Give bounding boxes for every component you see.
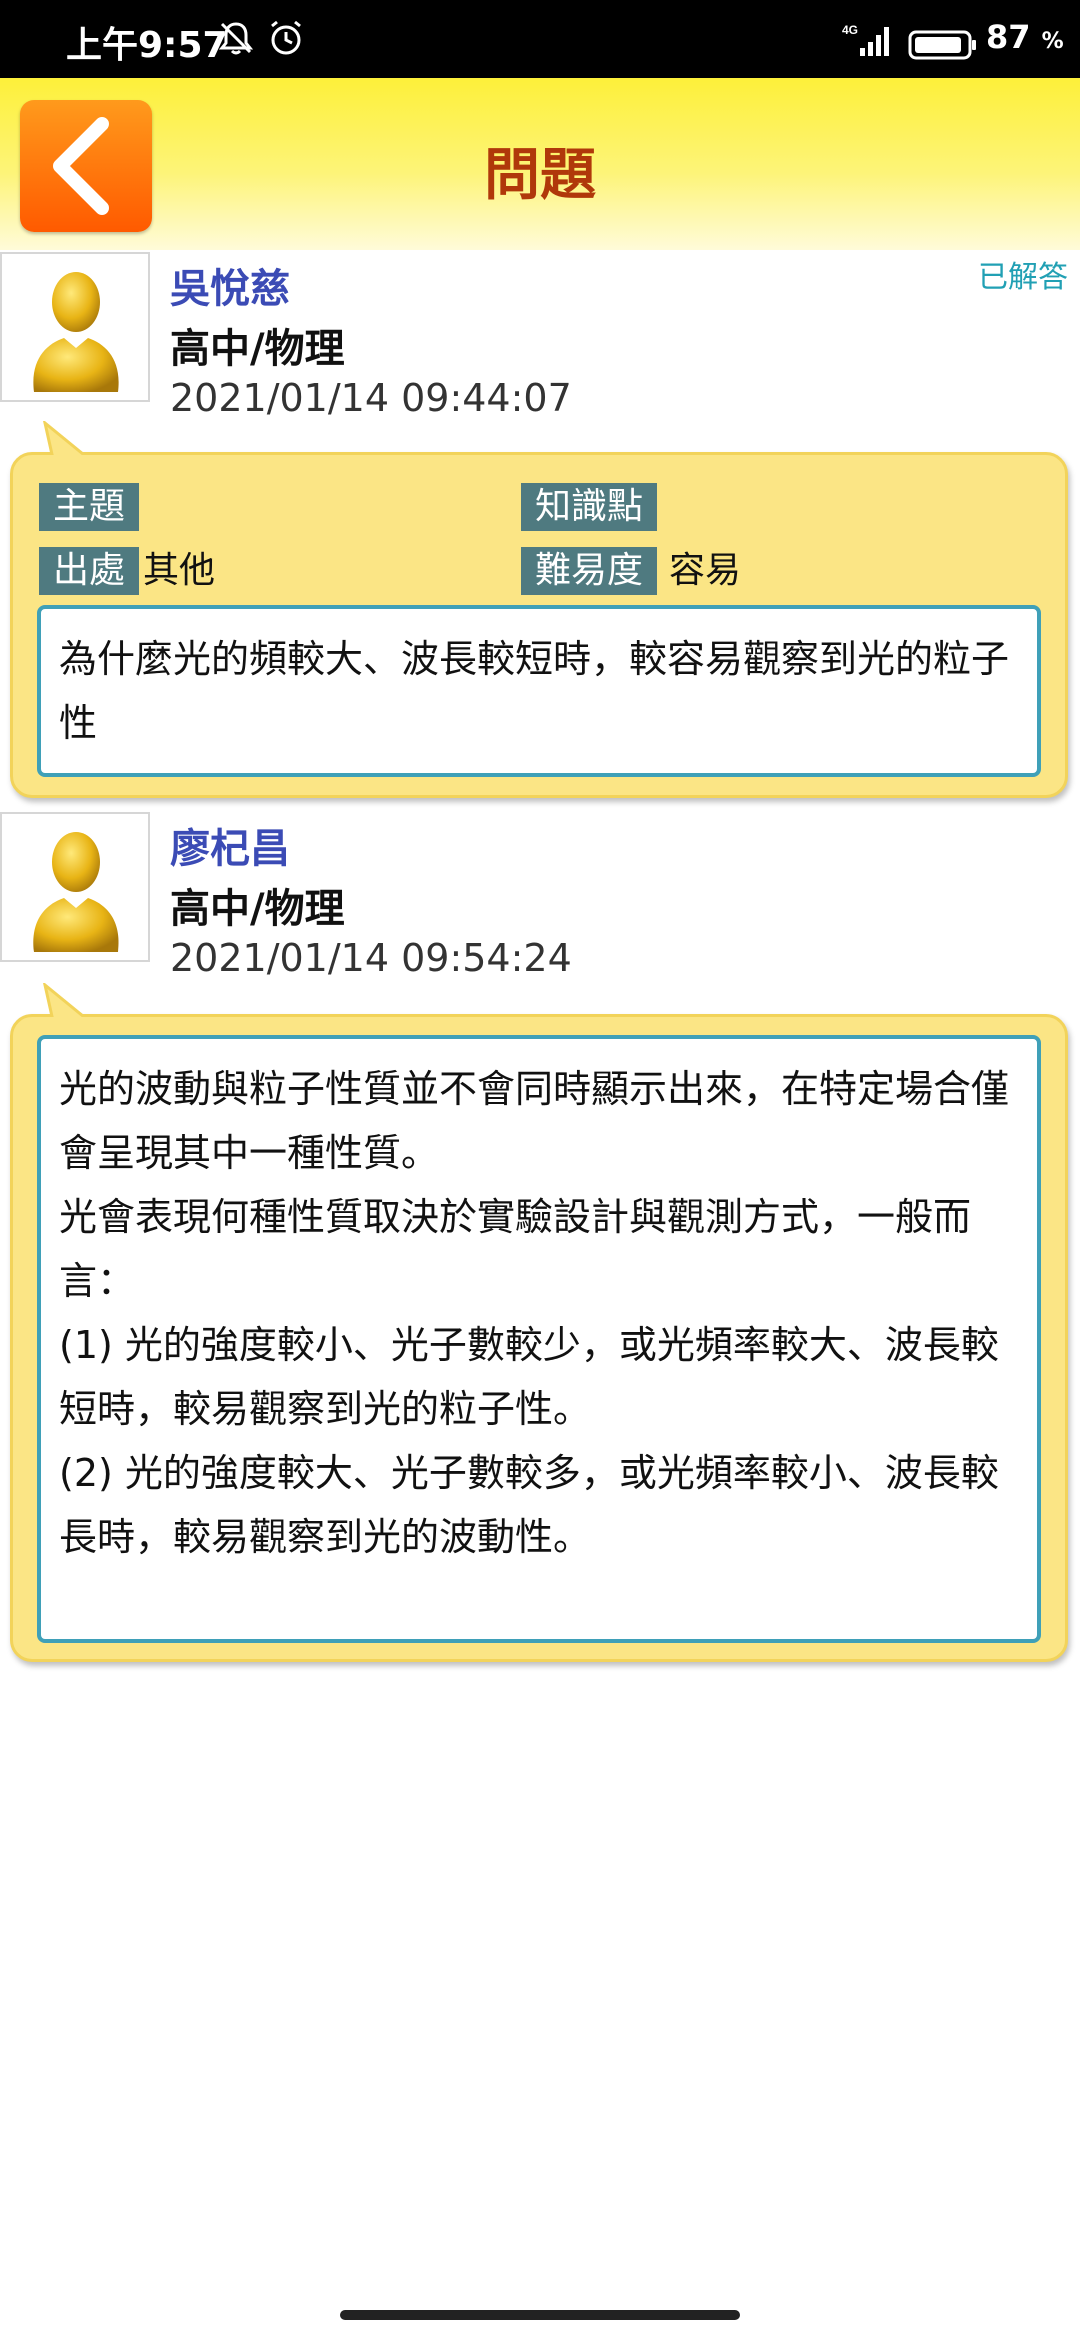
page-title: 問題 bbox=[484, 143, 596, 208]
question-bubble: 主題 知識點 出處 其他 難易度 容易 為什麼光的頻較大、波長較短時，較容易觀察… bbox=[10, 421, 1068, 798]
knowledge-tag: 知識點 bbox=[521, 483, 658, 531]
answer-bubble: 光的波動與粒子性質並不會同時顯示出來，在特定場合僅會呈現其中一種性質。 光會表現… bbox=[10, 983, 1068, 1662]
svg-text:4G: 4G bbox=[842, 23, 858, 37]
battery-icon bbox=[908, 30, 978, 64]
home-indicator[interactable] bbox=[340, 2310, 740, 2320]
author-name[interactable]: 廖杞昌 bbox=[170, 816, 290, 874]
source-tag: 出處 bbox=[39, 547, 140, 595]
post-datetime: 2021/01/14 09:44:07 bbox=[170, 376, 572, 420]
subject-label: 高中/物理 bbox=[170, 886, 345, 932]
author-name[interactable]: 吳悅慈 bbox=[170, 256, 290, 314]
bubble-tail bbox=[43, 421, 94, 461]
avatar bbox=[0, 252, 150, 402]
mute-icon bbox=[216, 18, 256, 62]
topic-tag: 主題 bbox=[39, 483, 140, 531]
status-time: 上午9:57 bbox=[66, 25, 228, 66]
battery-level: 87 % bbox=[986, 18, 1064, 56]
alarm-icon bbox=[266, 18, 306, 62]
answer-body: 光的波動與粒子性質並不會同時顯示出來，在特定場合僅會呈現其中一種性質。 光會表現… bbox=[37, 1035, 1041, 1643]
post-datetime: 2021/01/14 09:54:24 bbox=[170, 936, 572, 980]
bubble-tail bbox=[43, 983, 94, 1023]
status-badge: 已解答 bbox=[978, 260, 1068, 295]
avatar bbox=[0, 812, 150, 962]
source-value: 其他 bbox=[143, 550, 216, 591]
difficulty-tag: 難易度 bbox=[521, 547, 658, 595]
status-bar: 上午9:57 4G 87 % bbox=[0, 0, 1080, 78]
subject-label: 高中/物理 bbox=[170, 326, 345, 372]
question-body: 為什麼光的頻較大、波長較短時，較容易觀察到光的粒子性 bbox=[37, 605, 1041, 777]
user-avatar-icon bbox=[33, 832, 119, 952]
user-avatar-icon bbox=[33, 272, 119, 392]
signal-icon: 4G bbox=[842, 22, 898, 62]
app-header: 問題 bbox=[0, 78, 1080, 250]
difficulty-value: 容易 bbox=[669, 550, 742, 591]
